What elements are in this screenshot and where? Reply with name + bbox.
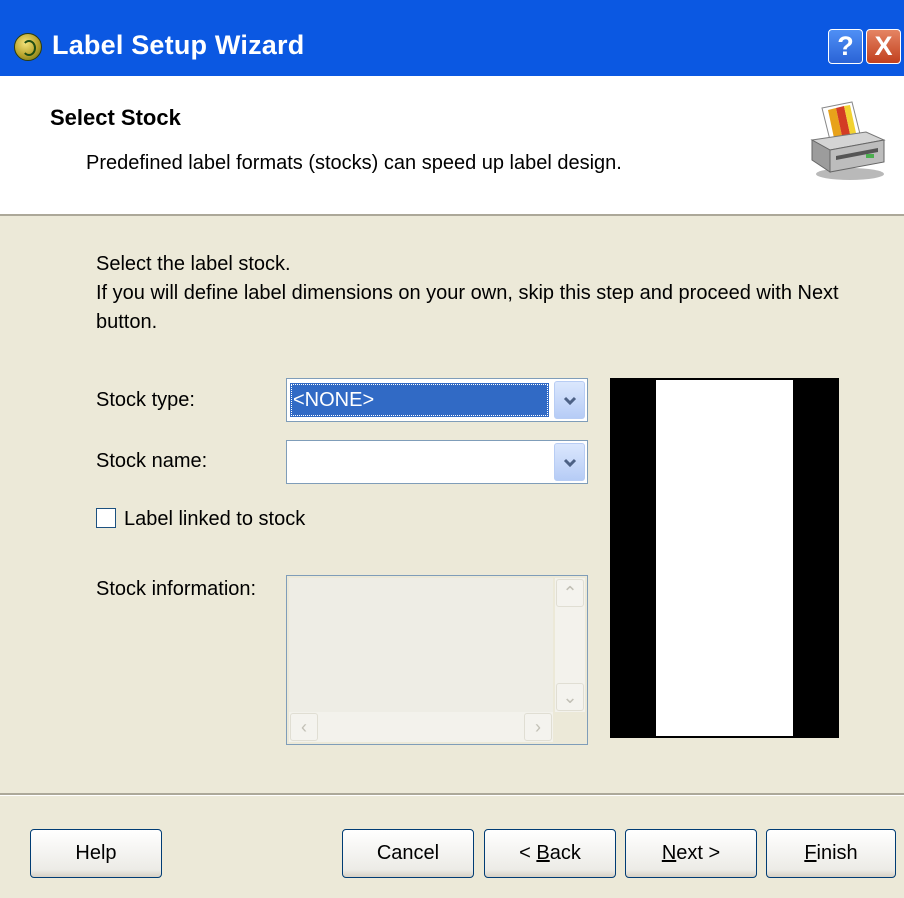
stock-type-dropdown-button[interactable] (554, 381, 585, 419)
scroll-up-button[interactable]: ⌃ (556, 579, 584, 607)
header-divider (0, 214, 904, 216)
question-mark-icon: ? (837, 31, 854, 61)
label-linked-checkbox[interactable] (96, 508, 116, 528)
back-button-accesskey: B (536, 842, 550, 864)
label-preview-page (656, 380, 793, 736)
footer-divider (0, 793, 904, 796)
stock-name-value (290, 445, 549, 479)
intro-text: Select the label stock. If you will defi… (96, 250, 856, 337)
scroll-down-button[interactable]: ⌄ (556, 683, 584, 711)
stock-name-dropdown[interactable] (286, 440, 588, 484)
chevron-down-icon (563, 396, 577, 406)
label-preview (610, 378, 839, 738)
vertical-scrollbar[interactable]: ⌃ ⌄ (555, 578, 585, 712)
printer-icon (810, 101, 886, 180)
back-button-rest: ack (549, 842, 581, 864)
wizard-header: Select Stock Predefined label formats (s… (0, 76, 904, 214)
horizontal-scrollbar[interactable]: ‹ › (289, 712, 553, 742)
stock-type-value: <NONE> (290, 383, 549, 417)
stock-information-text-area (289, 578, 553, 712)
page-title: Select Stock (50, 105, 181, 130)
intro-line-1: Select the label stock. (96, 253, 291, 275)
next-button-accesskey: N (661, 842, 677, 864)
finish-button-rest: inish (816, 842, 858, 864)
stock-name-dropdown-button[interactable] (554, 443, 585, 481)
chevron-down-icon (563, 458, 577, 468)
stock-information-label: Stock information: (96, 578, 257, 600)
next-button-rest: ext > (676, 842, 721, 864)
title-bar[interactable]: Label Setup Wizard ? X (0, 0, 904, 76)
label-linked-checkbox-label[interactable]: Label linked to stock (124, 508, 305, 531)
scroll-left-button[interactable]: ‹ (290, 713, 318, 741)
stock-type-label: Stock type: (96, 389, 195, 411)
stock-information-box[interactable]: ⌃ ⌄ ‹ › (286, 575, 588, 745)
help-button[interactable]: Help (30, 829, 162, 878)
app-icon (14, 33, 42, 61)
back-button-prefix: < (519, 842, 537, 864)
scrollbar-corner (555, 712, 585, 742)
stock-type-dropdown[interactable]: <NONE> (286, 378, 588, 422)
finish-button-accesskey: F (804, 842, 817, 864)
next-button[interactable]: Next > (625, 829, 757, 878)
finish-button[interactable]: Finish (766, 829, 896, 878)
help-button-label: Help (75, 842, 117, 864)
scroll-right-button[interactable]: › (524, 713, 552, 741)
stock-name-label: Stock name: (96, 450, 208, 472)
title-close-button[interactable]: X (866, 29, 901, 64)
page-subtitle: Predefined label formats (stocks) can sp… (86, 152, 622, 174)
back-button[interactable]: < Back (484, 829, 616, 878)
label-setup-wizard-window: Label Setup Wizard ? X Select Stock Pred… (0, 0, 904, 898)
title-help-button[interactable]: ? (828, 29, 863, 64)
cancel-button[interactable]: Cancel (342, 829, 474, 878)
intro-line-2: If you will define label dimensions on y… (96, 282, 839, 333)
cancel-button-label: Cancel (376, 842, 440, 864)
close-icon: X (874, 31, 893, 61)
window-title: Label Setup Wizard (52, 30, 305, 60)
